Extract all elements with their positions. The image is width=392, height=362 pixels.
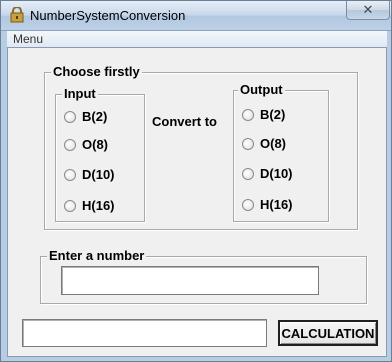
radio-circle-icon [64,199,76,212]
radio-circle-icon [242,167,254,180]
radio-label: H(16) [82,198,115,213]
radio-label: O(8) [260,136,286,151]
close-button[interactable]: ✕ [346,1,390,20]
enter-number-group: Enter a number [40,248,367,304]
title-bar[interactable]: NumberSystemConversion ✕ [1,1,391,31]
output-radio-b2[interactable]: B(2) [242,107,285,122]
radio-label: B(2) [82,109,108,124]
input-group-label: Input [62,86,98,101]
output-group-label: Output [238,82,285,97]
radio-label: B(2) [260,107,286,122]
result-output[interactable] [22,319,267,347]
convert-to-label: Convert to [152,114,217,129]
close-icon: ✕ [362,2,374,17]
radio-circle-icon [242,198,254,211]
calculation-button[interactable]: CALCULATION [278,320,378,346]
number-input[interactable] [61,266,319,295]
radio-label: D(10) [260,166,293,181]
choose-group-label: Choose firstly [51,64,142,79]
input-radio-o8[interactable]: O(8) [64,137,108,152]
radio-circle-icon [64,138,76,151]
menu-bar: Menu [7,31,387,47]
input-radio-h16[interactable]: H(16) [64,198,115,213]
radio-circle-icon [64,110,76,123]
choose-group: Choose firstly Input B(2) O(8) D(10) H(1… [44,64,358,230]
output-radio-d10[interactable]: D(10) [242,166,293,181]
client-area: Choose firstly Input B(2) O(8) D(10) H(1… [7,47,387,357]
radio-label: O(8) [82,137,108,152]
output-radio-h16[interactable]: H(16) [242,197,293,212]
input-radio-b2[interactable]: B(2) [64,109,107,124]
enter-number-label: Enter a number [47,248,147,263]
radio-circle-icon [242,108,254,121]
radio-label: H(16) [260,197,293,212]
radio-circle-icon [64,168,76,181]
output-group: Output B(2) O(8) D(10) H(16) [233,82,329,222]
app-window: NumberSystemConversion ✕ Menu Choose fir… [0,0,392,362]
menu-item-menu[interactable]: Menu [13,32,43,46]
radio-label: D(10) [82,167,115,182]
input-group: Input B(2) O(8) D(10) H(16) [55,86,145,222]
app-icon [10,7,24,23]
input-radio-d10[interactable]: D(10) [64,167,115,182]
window-title: NumberSystemConversion [30,8,186,23]
radio-circle-icon [242,137,254,150]
output-radio-o8[interactable]: O(8) [242,136,286,151]
